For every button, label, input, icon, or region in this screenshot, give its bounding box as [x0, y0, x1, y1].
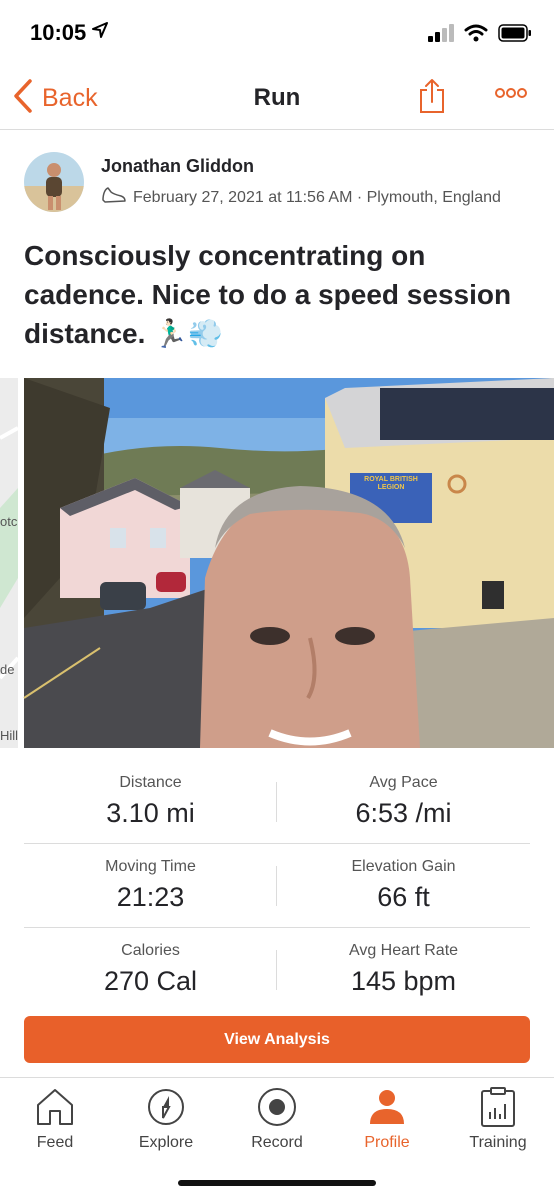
profile-icon	[332, 1084, 442, 1130]
location-arrow-icon	[92, 22, 108, 43]
more-options-button[interactable]	[494, 86, 528, 104]
signal-icon	[428, 24, 454, 47]
training-icon	[443, 1084, 553, 1130]
stat-value: 3.10 mi	[106, 798, 195, 828]
tab-label: Record	[251, 1134, 303, 1151]
activity-photo[interactable]: otc de Hill ROYAL BRITISH LEGION	[0, 378, 554, 748]
tab-profile[interactable]: Profile	[332, 1084, 442, 1152]
athlete-name[interactable]: Jonathan Gliddon	[101, 156, 254, 177]
stat-label: Avg Heart Rate	[348, 942, 459, 959]
share-icon	[418, 79, 446, 118]
activity-title: Consciously concentrating on cadence. Ni…	[24, 240, 512, 349]
avatar[interactable]	[24, 152, 84, 212]
tab-feed[interactable]: Feed	[0, 1084, 110, 1152]
compass-icon	[111, 1084, 221, 1130]
tab-training[interactable]: Training	[443, 1084, 553, 1152]
stat-value: 270 Cal	[103, 966, 198, 996]
stat-value: 66 ft	[377, 882, 430, 912]
tab-label: Profile	[364, 1134, 410, 1151]
shoe-icon	[101, 186, 127, 209]
stat-value: 21:23	[116, 882, 185, 912]
share-button[interactable]	[418, 78, 446, 119]
photo-sign-text: ROYAL BRITISH LEGION	[364, 476, 418, 491]
page-title: Run	[253, 84, 301, 111]
stat-label: Elevation Gain	[351, 858, 456, 875]
navigation-bar: Back Run	[0, 64, 554, 130]
stat-avg-pace: Avg Pace 6:53 /mi	[277, 760, 530, 829]
map-label: otc	[0, 514, 18, 529]
activity-date-location: February 27, 2021 at 11:56 AM · Plymouth…	[133, 188, 501, 206]
tab-record[interactable]: Record	[222, 1084, 332, 1152]
wifi-icon	[464, 24, 488, 47]
stat-label: Calories	[121, 942, 180, 959]
tab-label: Feed	[36, 1134, 74, 1151]
stat-value: 6:53 /mi	[355, 798, 452, 828]
battery-icon	[498, 24, 532, 47]
status-time: 10:05	[30, 20, 87, 45]
home-indicator	[178, 1180, 376, 1186]
home-icon	[0, 1084, 110, 1130]
stat-distance: Distance 3.10 mi	[24, 760, 277, 829]
activity-stats: Distance 3.10 mi Avg Pace 6:53 /mi Movin…	[24, 760, 530, 1012]
status-icons	[428, 24, 532, 47]
stat-label: Distance	[119, 774, 182, 791]
stat-avg-heart-rate: Avg Heart Rate 145 bpm	[277, 928, 530, 997]
view-analysis-button[interactable]: View Analysis	[24, 1016, 530, 1063]
stat-elevation-gain: Elevation Gain 66 ft	[277, 844, 530, 913]
tab-label: Training	[469, 1134, 527, 1151]
athlete-header: Jonathan Gliddon February 27, 2021 at 11…	[24, 152, 534, 216]
stat-row: Calories 270 Cal Avg Heart Rate 145 bpm	[24, 928, 530, 1012]
status-bar: 10:05	[0, 0, 554, 64]
stat-moving-time: Moving Time 21:23	[24, 844, 277, 913]
tab-explore[interactable]: Explore	[111, 1084, 221, 1152]
record-icon	[222, 1084, 332, 1130]
more-icon	[494, 86, 528, 103]
stat-label: Moving Time	[105, 858, 196, 875]
stat-calories: Calories 270 Cal	[24, 928, 277, 997]
map-label: de	[0, 662, 14, 677]
stat-value: 145 bpm	[350, 966, 457, 996]
stat-row: Distance 3.10 mi Avg Pace 6:53 /mi	[24, 760, 530, 844]
map-label: Hill	[0, 728, 18, 743]
tab-label: Explore	[138, 1134, 194, 1151]
stat-row: Moving Time 21:23 Elevation Gain 66 ft	[24, 844, 530, 928]
activity-meta: February 27, 2021 at 11:56 AM · Plymouth…	[101, 186, 501, 209]
stat-label: Avg Pace	[369, 774, 438, 791]
